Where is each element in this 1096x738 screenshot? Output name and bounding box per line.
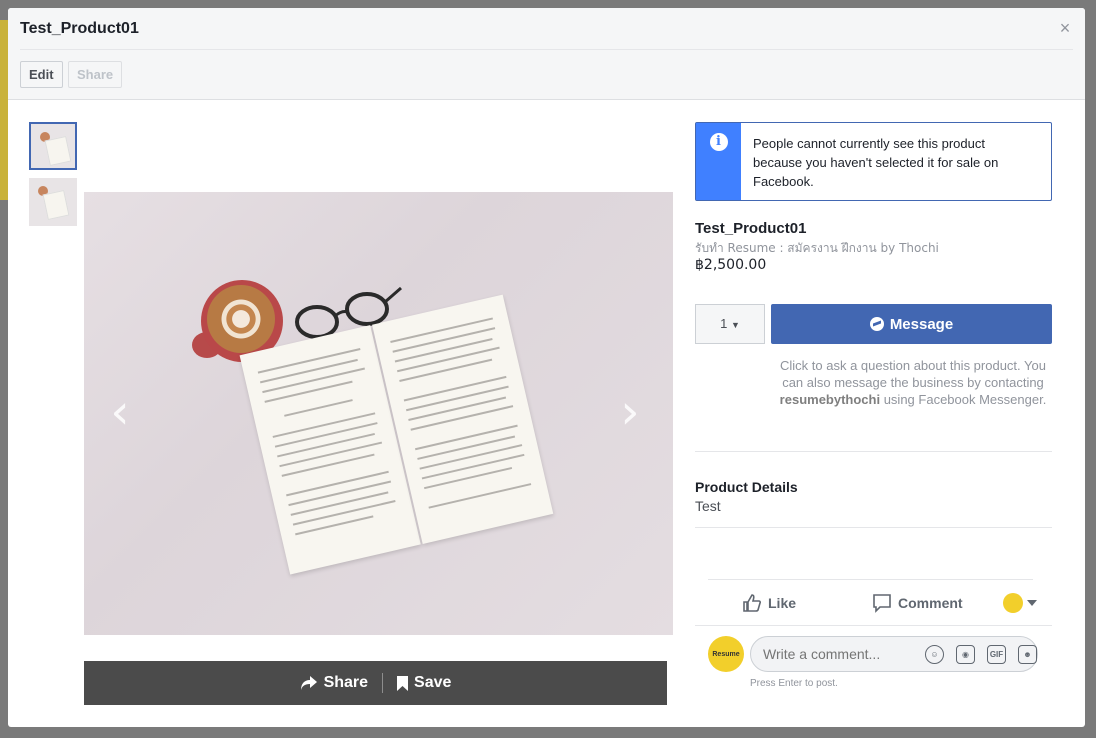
quantity-value: 1 [720, 316, 728, 331]
photo-share-label: Share [323, 674, 369, 691]
emoji-icon[interactable]: ☺ [925, 644, 944, 664]
thumbnail-book [42, 189, 70, 221]
comment-bubble-icon [873, 594, 891, 613]
divider [695, 527, 1052, 528]
help-suffix: using Facebook Messenger. [880, 392, 1047, 407]
caret-down-icon: ▼ [730, 320, 740, 330]
product-photo: ‹ › [84, 192, 673, 635]
background-page-strip [0, 20, 8, 200]
caret-down-icon [1026, 600, 1037, 606]
header-divider [20, 49, 1073, 50]
product-subtitle[interactable]: รับทำ Resume : สมัครงาน ฝึกงาน by Thochi [695, 239, 939, 258]
reaction-row: Like Comment [708, 584, 1048, 622]
chevron-left-icon[interactable]: ‹ [100, 387, 140, 437]
help-prefix: Click to ask a question about this produ… [780, 358, 1046, 390]
thumbs-up-icon [743, 594, 761, 612]
avatar-text: Resume [712, 650, 740, 658]
product-price: ฿2,500.00 [695, 257, 767, 273]
divider [708, 579, 1033, 580]
details-value: Test [695, 498, 721, 514]
comment-label: Comment [898, 595, 963, 611]
comment-input[interactable] [763, 646, 913, 662]
details-label: Product Details [695, 479, 798, 495]
quantity-select[interactable]: 1 ▼ [695, 304, 765, 344]
commenter-avatar: Resume [708, 636, 744, 672]
photo-action-bar: Share Save [84, 661, 667, 705]
comment-tools: ☺ ◉ GIF ☻ [925, 644, 1037, 664]
share-button-disabled[interactable]: Share [68, 61, 123, 88]
edit-button[interactable]: Edit [20, 61, 63, 88]
product-name: Test_Product01 [695, 220, 807, 237]
press-enter-hint: Press Enter to post. [750, 678, 838, 689]
comment-box[interactable]: ☺ ◉ GIF ☻ [750, 636, 1038, 672]
messenger-icon [869, 317, 884, 331]
open-book-image [239, 294, 555, 580]
latte-art [207, 285, 275, 353]
gif-icon[interactable]: GIF [987, 644, 1006, 664]
modal-title: Test_Product01 [20, 20, 139, 37]
photo-save-button[interactable]: Save [383, 674, 465, 692]
photo-save-label: Save [414, 674, 452, 691]
product-modal: Test_Product01 × Edit Share ‹ › Share Sa… [8, 8, 1085, 727]
camera-icon[interactable]: ◉ [956, 644, 975, 664]
comment-button[interactable]: Comment [872, 593, 963, 613]
like-label: Like [768, 595, 797, 611]
photo-share-button[interactable]: Share [286, 674, 382, 692]
business-handle-link[interactable]: resumebythochi [780, 392, 880, 407]
divider [695, 625, 1052, 626]
chevron-right-icon[interactable]: › [610, 387, 650, 437]
thumbnail-1[interactable] [29, 122, 77, 170]
divider [695, 451, 1052, 452]
close-icon[interactable]: × [1057, 19, 1073, 37]
notice-icon-box: i [696, 123, 741, 200]
message-button-label: Message [889, 315, 954, 333]
notice-text: People cannot currently see this product… [753, 136, 999, 189]
visibility-notice: i People cannot currently see this produ… [695, 122, 1052, 201]
page-avatar-icon [1002, 593, 1023, 613]
message-button[interactable]: Message [771, 304, 1052, 344]
bookmark-icon [397, 675, 409, 691]
thumbnail-book [44, 135, 72, 167]
info-icon: i [709, 133, 728, 151]
page-selector[interactable] [1002, 593, 1037, 613]
message-help-text: Click to ask a question about this produ… [768, 357, 1058, 408]
share-arrow-icon [300, 676, 317, 690]
modal-header: Test_Product01 × Edit Share [8, 8, 1085, 100]
like-button[interactable]: Like [742, 593, 796, 613]
sticker-icon[interactable]: ☻ [1018, 644, 1037, 664]
thumbnail-2[interactable] [29, 178, 77, 226]
